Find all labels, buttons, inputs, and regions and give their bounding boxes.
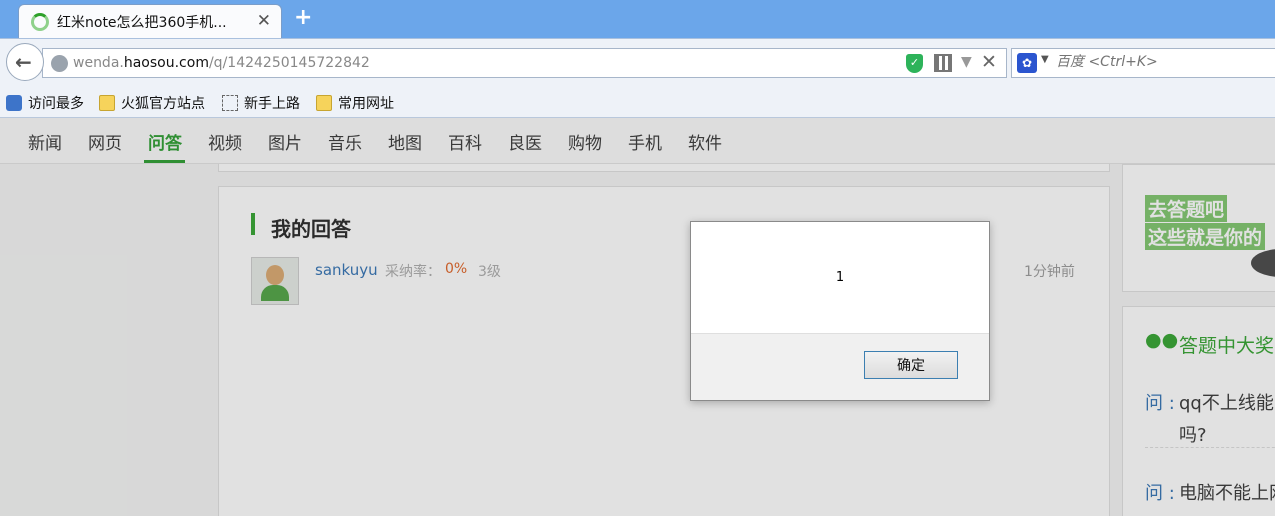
new-tab-button[interactable]: +: [294, 5, 312, 30]
close-tab-icon[interactable]: ✕: [257, 11, 271, 31]
bookmark-most-visited[interactable]: 访问最多: [6, 93, 84, 113]
loading-spinner-icon: [31, 13, 49, 31]
back-arrow-icon: ←: [15, 50, 32, 74]
bookmark-firefox-official[interactable]: 火狐官方站点: [99, 93, 205, 113]
url-text[interactable]: wenda.haosou.com/q/1424250145722842: [73, 55, 370, 71]
tab-title: 红米note怎么把360手机...: [57, 15, 227, 31]
tab-strip: 红米note怎么把360手机... ✕ +: [0, 0, 1275, 38]
blank-page-icon: [222, 95, 238, 111]
dialog-message: 1: [835, 270, 845, 285]
back-button[interactable]: ←: [6, 43, 44, 81]
ok-button[interactable]: 确定: [864, 351, 958, 379]
security-shield-icon[interactable]: ✓: [906, 54, 923, 73]
browser-tab[interactable]: 红米note怎么把360手机... ✕: [18, 4, 282, 38]
baidu-paw-icon[interactable]: ✿: [1017, 53, 1037, 73]
url-dropdown-icon[interactable]: ▼: [961, 54, 972, 70]
stop-loading-icon[interactable]: ✕: [981, 51, 997, 73]
bookmark-common-sites[interactable]: 常用网址: [316, 93, 394, 113]
folder-icon: [316, 95, 332, 111]
bookmarks-toolbar: 访问最多 火狐官方站点 新手上路 常用网址: [0, 88, 1275, 118]
most-visited-icon: [6, 95, 22, 111]
search-bar[interactable]: ✿ ▼: [1011, 48, 1275, 78]
search-input[interactable]: [1056, 54, 1275, 70]
engine-dropdown-icon[interactable]: ▼: [1041, 54, 1049, 65]
bookmark-getting-started[interactable]: 新手上路: [222, 93, 300, 113]
navigation-toolbar: wenda.haosou.com/q/1424250145722842 ✓ ▼ …: [0, 38, 1275, 88]
alert-dialog: 1 确定: [690, 221, 990, 401]
folder-icon: [99, 95, 115, 111]
modal-overlay: [0, 118, 1275, 516]
dialog-body: 1: [691, 222, 989, 334]
qr-code-icon[interactable]: [934, 54, 952, 72]
address-bar[interactable]: wenda.haosou.com/q/1424250145722842 ✓ ▼ …: [42, 48, 1007, 78]
globe-icon: [51, 55, 68, 72]
